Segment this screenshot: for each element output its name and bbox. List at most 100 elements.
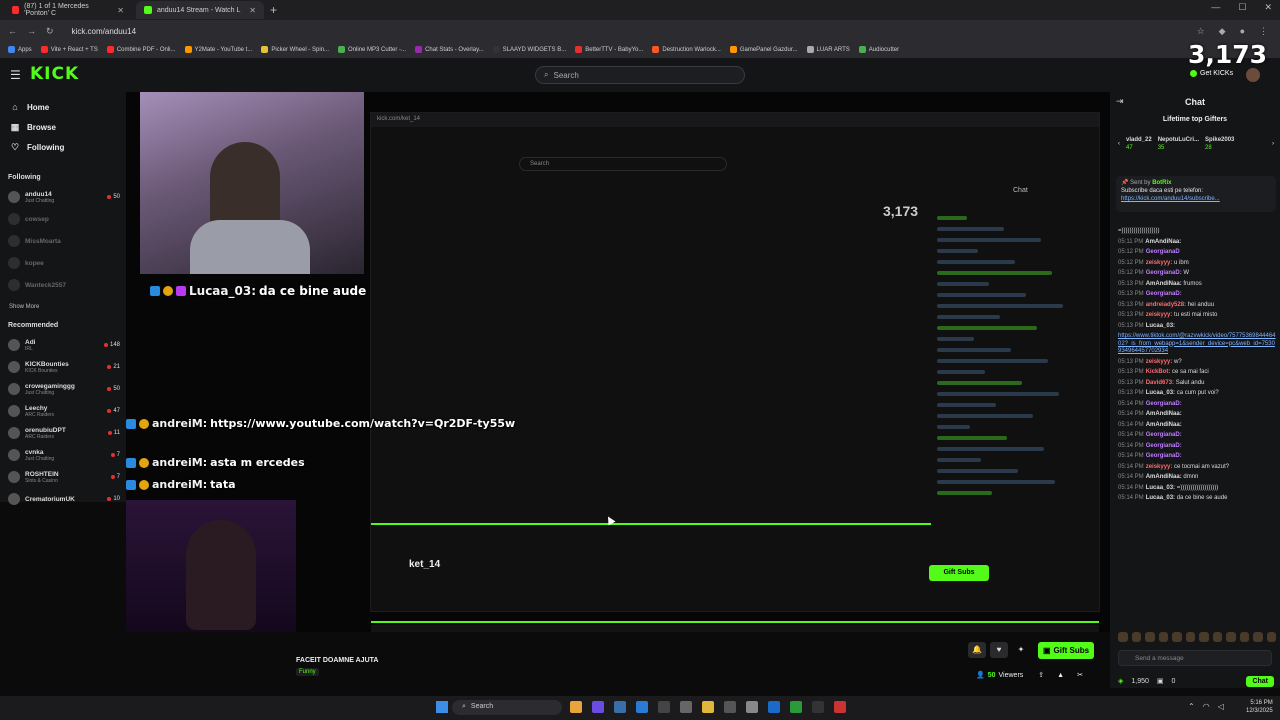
steam-icon[interactable] xyxy=(614,701,626,713)
category-tag[interactable]: Funny xyxy=(296,668,319,676)
chat-username[interactable]: GeorgianaD: xyxy=(1146,401,1182,407)
chat-username[interactable]: Lucaa_03: xyxy=(1146,495,1175,501)
discord-icon[interactable] xyxy=(592,701,604,713)
app-icon[interactable] xyxy=(680,701,692,713)
windows-start-icon[interactable] xyxy=(436,701,448,713)
bookmark-item[interactable]: Y2Mate - YouTube t... xyxy=(184,46,252,54)
menu-icon[interactable]: ⋮ xyxy=(1259,26,1268,37)
browser-tab-active[interactable]: anduu14 Stream - Watch L ✕ xyxy=(136,1,264,19)
chat-username[interactable]: AmAndiNaa: xyxy=(1146,281,1182,287)
chat-username[interactable]: AmAndiNaa: xyxy=(1146,411,1182,417)
app-icon[interactable] xyxy=(746,701,758,713)
emote-icon[interactable] xyxy=(1253,632,1263,642)
emote-icon[interactable] xyxy=(1266,632,1276,642)
video-player[interactable]: kick.com/ket_14 Search 3,173 Chat ket_14… xyxy=(126,92,1110,632)
wifi-icon[interactable]: ◠ xyxy=(1203,702,1210,711)
bookmark-item[interactable]: SLAAYD WIDGETS B... xyxy=(492,46,566,54)
pinned-link[interactable]: https://kick.com/anduu14/subscribe... xyxy=(1121,195,1271,203)
sidebar-channel[interactable]: cowsep xyxy=(8,210,120,228)
back-icon[interactable]: ← xyxy=(8,26,17,36)
app-icon[interactable] xyxy=(658,701,670,713)
chat-username[interactable]: GeorgianaD: xyxy=(1146,453,1182,459)
minimize-icon[interactable]: — xyxy=(1211,2,1220,13)
menu-icon[interactable]: ☰ xyxy=(10,68,21,82)
star-icon[interactable]: ☆ xyxy=(1197,26,1205,37)
chat-send-button[interactable]: Chat xyxy=(1246,675,1274,687)
chat-username[interactable]: GeorgianaD: xyxy=(1146,443,1182,449)
chat-username[interactable]: zeiskyyy: xyxy=(1146,260,1173,266)
bookmark-item[interactable]: Apps xyxy=(8,46,32,54)
chevron-up-icon[interactable]: ⌃ xyxy=(1188,702,1195,711)
chat-username[interactable]: GeorgianaD xyxy=(1146,249,1180,255)
app-icon[interactable] xyxy=(768,701,780,713)
clip-icon[interactable]: ✂ xyxy=(1077,671,1083,679)
bookmark-item[interactable]: Chat Stats - Overlay... xyxy=(415,46,484,54)
xbox-icon[interactable] xyxy=(790,701,802,713)
maximize-icon[interactable]: ☐ xyxy=(1238,2,1246,13)
chat-input[interactable]: Send a message xyxy=(1118,650,1272,666)
emote-icon[interactable] xyxy=(1239,632,1249,642)
more-options-button[interactable]: ✦ xyxy=(1012,642,1030,658)
sidebar-item-browse[interactable]: ▦ Browse xyxy=(10,122,56,133)
new-tab-button[interactable]: + xyxy=(270,3,277,17)
bookmark-item[interactable]: LUAR ARTS xyxy=(806,46,850,54)
emote-icon[interactable] xyxy=(1145,632,1155,642)
emote-icon[interactable] xyxy=(1199,632,1209,642)
chat-username[interactable]: Lucaa_03: xyxy=(1146,485,1175,491)
bookmark-item[interactable]: GamePanel Gazdur... xyxy=(729,46,798,54)
emote-icon[interactable] xyxy=(1226,632,1236,642)
app-icon[interactable] xyxy=(834,701,846,713)
chevron-right-icon[interactable]: › xyxy=(1272,141,1274,147)
taskbar-search[interactable]: ⌕ Search xyxy=(452,700,562,715)
vscode-icon[interactable] xyxy=(636,701,648,713)
get-kicks-button[interactable]: Get KICKs xyxy=(1190,70,1233,77)
close-icon[interactable]: ✕ xyxy=(117,6,124,15)
volume-icon[interactable]: ◁ xyxy=(1218,702,1224,711)
browser-tab[interactable]: (87) 1 of 1 Mercedes 'Ponton' C ✕ xyxy=(4,1,132,19)
show-more-link[interactable]: Show More xyxy=(9,304,39,310)
chat-username[interactable]: Lucaa_03: xyxy=(1146,390,1175,396)
sidebar-channel[interactable]: orenubiuDPT ARC Raiders 11 xyxy=(8,424,120,442)
follow-heart-button[interactable]: ♥ xyxy=(990,642,1008,658)
folder-icon[interactable] xyxy=(702,701,714,713)
kick-logo[interactable]: KICK xyxy=(30,64,79,84)
bookmark-item[interactable]: Audiocutter xyxy=(858,46,899,54)
sidebar-item-home[interactable]: ⌂ Home xyxy=(10,102,49,112)
url-field[interactable]: kick.com/anduu14 xyxy=(72,27,136,36)
sidebar-channel[interactable]: Adi IRL 148 xyxy=(8,336,120,354)
app-icon[interactable] xyxy=(724,701,736,713)
sidebar-channel[interactable]: kopee xyxy=(8,254,120,272)
search-input[interactable]: ⌕ Search xyxy=(535,66,745,84)
chat-username[interactable]: David673: xyxy=(1146,380,1174,386)
gift-subs-button[interactable]: ▣ Gift Subs xyxy=(1038,642,1094,659)
chat-username[interactable]: zeiskyyy: xyxy=(1146,464,1173,470)
extension-icon[interactable]: ◆ xyxy=(1219,26,1226,37)
chat-username[interactable]: GeorgianaD: xyxy=(1146,291,1182,297)
chat-username[interactable]: Lucaa_03: xyxy=(1146,323,1175,329)
gifter-item[interactable]: Spike2003 28 xyxy=(1205,136,1234,152)
share-icon[interactable]: ⇪ xyxy=(1038,671,1044,679)
chat-username[interactable]: KickBot: xyxy=(1146,369,1171,375)
emote-icon[interactable] xyxy=(1158,632,1168,642)
emote-icon[interactable] xyxy=(1212,632,1222,642)
bookmark-item[interactable]: BetterTTV - BabyYo... xyxy=(575,46,643,54)
sidebar-channel[interactable]: MissMoarta xyxy=(8,232,120,250)
report-icon[interactable]: ▲ xyxy=(1057,672,1064,679)
chat-username[interactable]: AmAndiNaa: xyxy=(1146,422,1182,428)
bookmark-item[interactable]: Online MP3 Cutter -... xyxy=(338,46,406,54)
clock[interactable]: 5:16 PM 12/3/2025 xyxy=(1246,699,1273,715)
bookmark-item[interactable]: Picker Wheel - Spin... xyxy=(261,46,329,54)
bookmark-item[interactable]: Destruction Warlock... xyxy=(652,46,721,54)
close-window-icon[interactable]: ✕ xyxy=(1264,2,1272,13)
emote-icon[interactable] xyxy=(1118,632,1128,642)
sidebar-channel[interactable]: anduu14 Just Chatting 50 xyxy=(8,188,120,206)
chat-username[interactable]: zeiskyyy: xyxy=(1146,359,1173,365)
sidebar-channel[interactable]: Wanteck2557 xyxy=(8,276,120,294)
chrome-icon[interactable] xyxy=(570,701,582,713)
chat-username[interactable]: AmAndiNaa: xyxy=(1145,239,1181,245)
bookmark-item[interactable]: Vite + React + TS xyxy=(40,46,98,54)
chat-username[interactable]: GeorgianaD: xyxy=(1146,270,1182,276)
chat-username[interactable]: AmAndiNaa: xyxy=(1146,474,1182,480)
chat-username[interactable]: zeiskyyy: xyxy=(1146,312,1173,318)
forward-icon[interactable]: → xyxy=(27,26,36,36)
